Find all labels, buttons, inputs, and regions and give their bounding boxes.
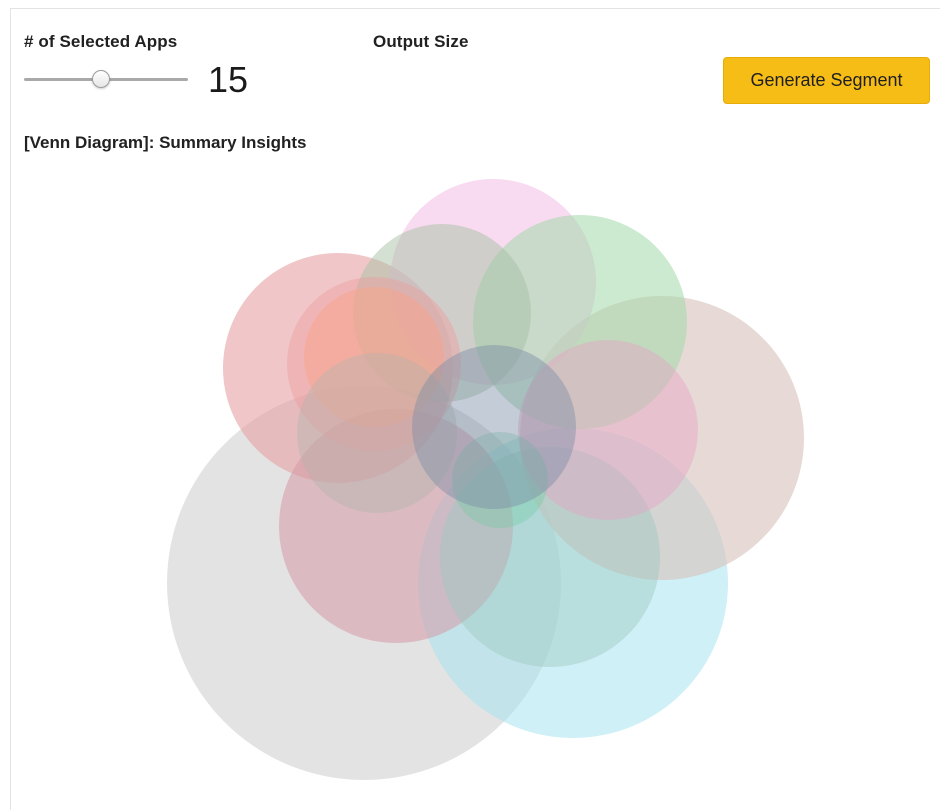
- venn-diagram: [167, 179, 804, 780]
- venn-set-circle[interactable]: [412, 345, 576, 509]
